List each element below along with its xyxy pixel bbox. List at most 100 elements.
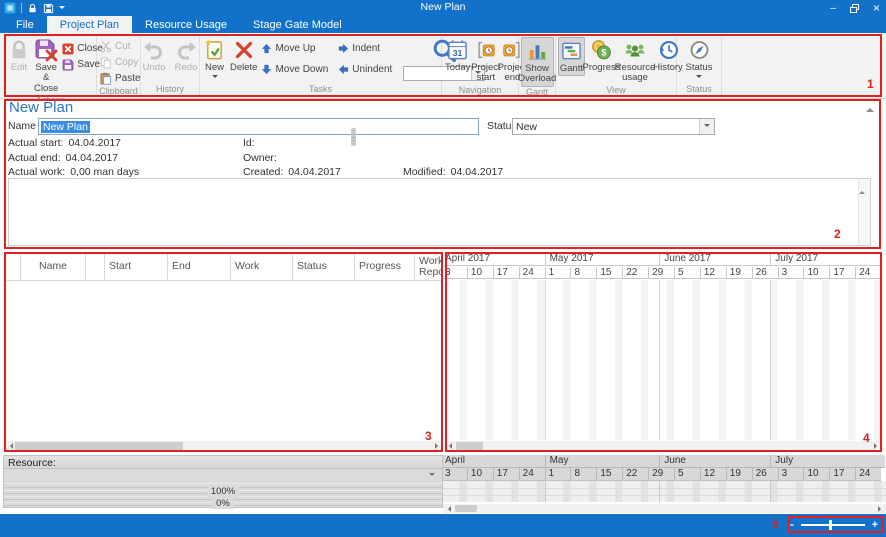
status-button[interactable]: Status	[683, 37, 715, 82]
month-header: April 2017	[444, 253, 545, 265]
save-and-close-label: Save & Close	[34, 63, 58, 94]
task-grid-hscroll-thumb[interactable]	[15, 442, 183, 450]
tab-project-plan[interactable]: Project Plan	[47, 16, 132, 33]
scroll-up-icon[interactable]	[859, 176, 865, 194]
name-input[interactable]: New Plan	[38, 118, 479, 135]
undo-label: Undo	[143, 63, 166, 73]
week-tick: 29	[648, 267, 674, 278]
week-tick: 22	[622, 468, 648, 480]
column-header-status[interactable]: Status	[293, 254, 355, 280]
gantt-hscrollbar[interactable]	[444, 441, 882, 451]
week-tick: 26	[752, 267, 778, 278]
close-window-button[interactable]: ×	[873, 1, 880, 15]
svg-text:$: $	[601, 48, 606, 58]
week-tick: 24	[519, 267, 545, 278]
task-grid-header: Name Start End Work Status Progress Work…	[5, 253, 443, 281]
project-start-button[interactable]: Project start	[473, 37, 498, 85]
task-grid-body[interactable]	[5, 281, 443, 440]
description-scrollbar[interactable]	[858, 179, 870, 245]
week-tick: 10	[467, 468, 493, 480]
unindent-button[interactable]: Unindent	[337, 62, 393, 77]
paste-icon	[100, 72, 112, 85]
week-tick: 3	[778, 267, 804, 278]
actual-start-value: 04.04.2017	[68, 137, 121, 149]
lock-icon	[8, 38, 30, 62]
move-up-button[interactable]: Move Up	[260, 41, 329, 56]
close-icon	[62, 43, 74, 55]
move-down-button[interactable]: Move Down	[260, 62, 329, 77]
week-tick: 15	[596, 267, 622, 278]
minimize-button[interactable]: –	[830, 3, 836, 14]
id-field-grip[interactable]	[351, 128, 356, 146]
gantt-chart-body[interactable]	[444, 280, 882, 440]
status-combobox-dropdown-button[interactable]	[699, 119, 714, 134]
edit-button: Edit	[7, 37, 31, 74]
tab-stage-gate-model[interactable]: Stage Gate Model	[240, 16, 355, 33]
description-textarea[interactable]	[8, 178, 871, 246]
resource-hscroll-thumb[interactable]	[455, 505, 477, 512]
id-label: Id:	[243, 137, 255, 149]
resource-timeline-hscrollbar[interactable]	[443, 504, 886, 513]
week-tick: 8	[570, 468, 596, 480]
indent-button[interactable]: Indent	[337, 41, 393, 56]
column-header-work-reported[interactable]: Work Reported	[415, 254, 443, 280]
week-tick: 17	[493, 468, 519, 480]
new-task-dropdown-icon[interactable]	[212, 75, 218, 81]
week-tick: 10	[803, 267, 829, 278]
resource-header-row	[4, 456, 442, 469]
actual-start-label: Actual start:	[8, 137, 63, 149]
month-gridline	[659, 280, 660, 440]
week-tick: 1	[545, 468, 571, 480]
scroll-right-icon[interactable]	[876, 504, 886, 513]
status-combobox[interactable]: New	[512, 118, 715, 135]
today-button[interactable]: 31 Today	[444, 37, 471, 74]
progress-view-button[interactable]: $ Progress	[587, 37, 616, 74]
column-header-start[interactable]: Start	[105, 254, 168, 280]
gantt-hscroll-thumb[interactable]	[456, 442, 483, 450]
scroll-right-icon[interactable]	[872, 441, 882, 451]
column-header-work[interactable]: Work	[231, 254, 293, 280]
project-start-label: Project start	[471, 63, 501, 84]
gantt-view-button[interactable]: Gantt	[558, 37, 585, 76]
created-value: 04.04.2017	[288, 166, 341, 178]
collapse-panel-icon[interactable]	[866, 104, 874, 112]
created-label: Created:	[243, 166, 283, 178]
scroll-left-icon[interactable]	[444, 441, 454, 451]
zoom-out-button[interactable]: –	[788, 519, 794, 531]
ribbon-group-gantt-view: Show Overload Gantt View	[519, 35, 556, 96]
svg-text:31: 31	[453, 48, 463, 58]
week-tick: 15	[596, 468, 622, 480]
month-gridline	[545, 481, 546, 502]
owner-label: Owner:	[243, 152, 277, 164]
save-and-close-button[interactable]: Save & Close	[33, 37, 59, 95]
week-tick: 8	[570, 267, 596, 278]
ribbon-group-status: Status Status	[677, 35, 722, 96]
zoom-slider-thumb[interactable]	[829, 520, 832, 530]
scroll-left-icon[interactable]	[5, 441, 15, 451]
tab-resource-usage[interactable]: Resource Usage	[132, 16, 240, 33]
group-label-clipboard: Clipboard	[97, 86, 140, 97]
task-grid-hscrollbar[interactable]	[5, 441, 443, 451]
scroll-left-icon[interactable]	[443, 504, 453, 513]
zoom-slider-track[interactable]	[801, 524, 864, 526]
resource-usage-view-button[interactable]: Resource usage	[618, 37, 652, 85]
column-header-name[interactable]: Name	[21, 254, 86, 280]
task-grid: Name Start End Work Status Progress Work…	[5, 253, 443, 440]
scroll-right-icon[interactable]	[433, 441, 443, 451]
resource-week-header: 3 10 17 24 1 8 15 22 29 5 12 19 26 3 10 …	[443, 468, 881, 481]
delete-task-button[interactable]: Delete	[229, 37, 258, 74]
column-header-end[interactable]: End	[168, 254, 231, 280]
new-task-button[interactable]: New	[202, 37, 227, 82]
undo-icon	[142, 38, 166, 62]
column-header-progress[interactable]: Progress	[355, 254, 415, 280]
project-start-icon	[475, 38, 497, 62]
status-dropdown-icon[interactable]	[696, 75, 702, 81]
resource-selector-dropdown-icon[interactable]	[429, 473, 435, 479]
zoom-in-button[interactable]: +	[872, 519, 878, 531]
show-overload-button[interactable]: Show Overload	[521, 37, 554, 87]
paste-button[interactable]: Paste	[99, 71, 142, 86]
actual-work-value: 0,00 man days	[70, 166, 139, 178]
restore-button[interactable]	[850, 4, 859, 13]
ribbon: Edit Save & Close	[0, 33, 886, 99]
tab-file[interactable]: File	[3, 16, 47, 33]
